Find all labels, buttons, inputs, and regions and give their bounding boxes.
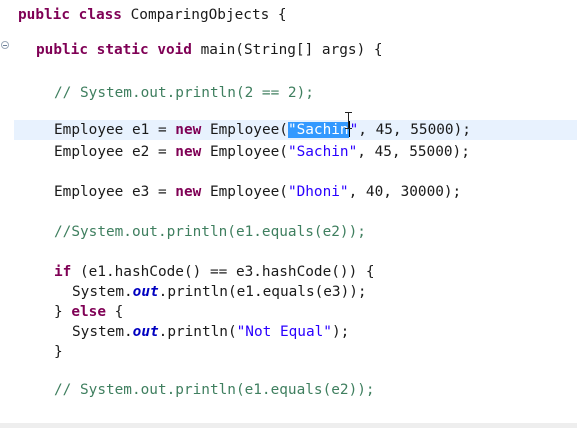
code-line-7[interactable]: //System.out.println(e1.equals(e2)); bbox=[54, 222, 366, 242]
code-text: ComparingObjects { bbox=[121, 7, 287, 23]
code-text: { bbox=[105, 304, 124, 320]
code-line-6[interactable]: Employee e3 = new Employee("Dhoni", 40, … bbox=[54, 182, 461, 202]
keyword: class bbox=[78, 7, 122, 23]
code-text: } bbox=[54, 344, 63, 360]
code-line-13[interactable]: // System.out.println(e1.equals(e2)); bbox=[54, 380, 375, 400]
static-field: out bbox=[132, 324, 159, 340]
code-text: , 45, 55000); bbox=[357, 144, 470, 160]
code-line-4-current[interactable]: Employee e1 = new Employee("Sachin", 45,… bbox=[14, 120, 577, 140]
code-line-2[interactable]: public static void main(String[] args) { bbox=[36, 40, 383, 60]
code-line-8[interactable]: if (e1.hashCode() == e3.hashCode()) { bbox=[54, 262, 375, 282]
code-comment: //System.out.println(e1.equals(e2)); bbox=[54, 224, 366, 240]
keyword: if bbox=[54, 264, 72, 280]
keyword: new bbox=[175, 144, 202, 160]
code-line-9[interactable]: System.out.println(e1.equals(e3)); bbox=[72, 282, 367, 302]
code-text: Employee e3 = bbox=[54, 184, 176, 200]
code-text: .println( bbox=[158, 324, 237, 340]
keyword: new bbox=[175, 122, 202, 138]
code-text: .println(e1.equals(e3)); bbox=[158, 284, 367, 300]
code-text: Employee e2 = bbox=[54, 144, 176, 160]
editor-bottom-edge bbox=[0, 423, 577, 428]
editor-gutter bbox=[0, 0, 12, 428]
keyword: public bbox=[18, 7, 70, 23]
selected-quote: " bbox=[287, 122, 297, 138]
static-field: out bbox=[132, 284, 159, 300]
code-comment: // System.out.println(e1.equals(e2)); bbox=[54, 382, 375, 398]
keyword: else bbox=[71, 304, 106, 320]
code-line-10[interactable]: } else { bbox=[54, 302, 123, 322]
code-text: Employee( bbox=[201, 122, 288, 138]
code-line-5[interactable]: Employee e2 = new Employee("Sachin", 45,… bbox=[54, 142, 470, 162]
code-line-11[interactable]: System.out.println("Not Equal"); bbox=[72, 322, 349, 342]
code-comment: // System.out.println(2 == 2); bbox=[54, 85, 314, 101]
code-text: } bbox=[54, 304, 72, 320]
code-line-1[interactable]: public class ComparingObjects { bbox=[18, 5, 287, 25]
code-line-12[interactable]: } bbox=[54, 342, 63, 362]
code-text: main(String[] args) { bbox=[191, 42, 383, 58]
code-text: Employee e1 = bbox=[54, 122, 176, 138]
code-text: , 45, 55000); bbox=[358, 122, 471, 138]
keyword: void bbox=[157, 42, 192, 58]
code-text: Employee( bbox=[201, 144, 288, 160]
text-cursor-icon bbox=[345, 112, 352, 129]
keyword: new bbox=[175, 184, 202, 200]
code-text: System. bbox=[72, 324, 133, 340]
selected-text[interactable]: Sachin bbox=[296, 122, 349, 138]
code-text: (e1.hashCode() == e3.hashCode()) { bbox=[71, 264, 375, 280]
code-text: Employee( bbox=[201, 184, 288, 200]
string-literal: "Not Equal" bbox=[236, 324, 332, 340]
string-literal: "Sachin" bbox=[287, 144, 358, 160]
string-literal: "Dhoni" bbox=[287, 184, 349, 200]
code-text: System. bbox=[72, 284, 133, 300]
code-line-3[interactable]: // System.out.println(2 == 2); bbox=[54, 83, 314, 103]
keyword: public bbox=[36, 42, 88, 58]
collapse-minus-icon[interactable] bbox=[1, 41, 9, 49]
code-text: , 40, 30000); bbox=[348, 184, 462, 200]
code-editor[interactable]: public class ComparingObjects { public s… bbox=[0, 0, 577, 428]
keyword: static bbox=[96, 42, 149, 58]
code-text: ); bbox=[331, 324, 350, 340]
